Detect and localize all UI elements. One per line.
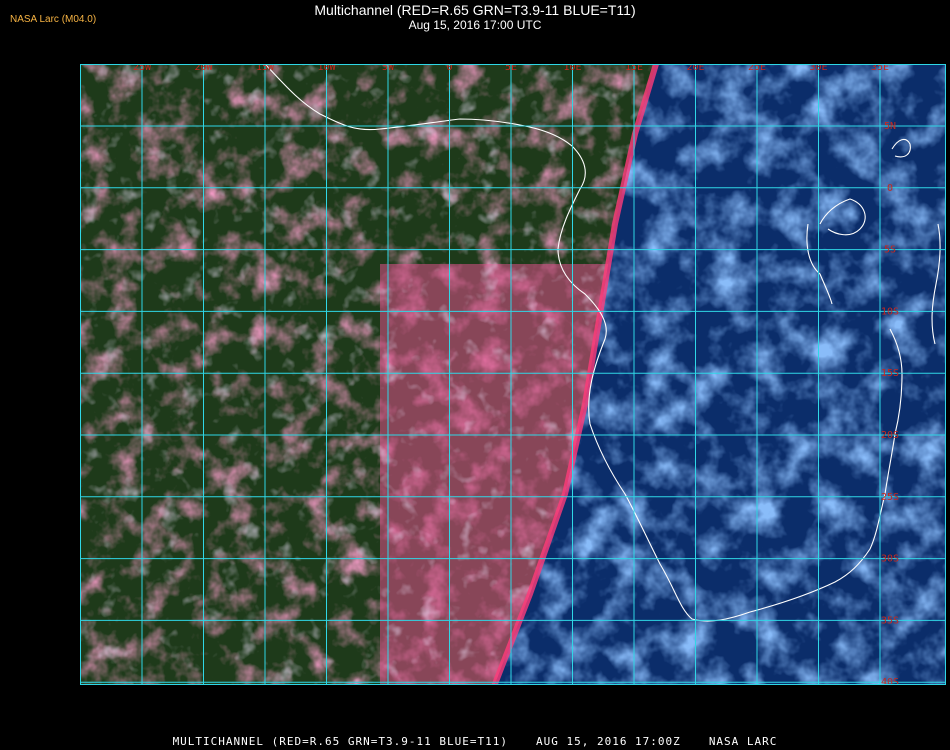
longitude-label: 15W bbox=[256, 64, 275, 73]
latitude-label: 5N bbox=[884, 121, 896, 132]
satellite-map[interactable]: 25W 20W 15W 10W 5W 0 5E 10E 15E 20E 25E 30E 35E 5N 0 5… bbox=[80, 64, 946, 727]
longitude-label: 20W bbox=[194, 64, 213, 73]
footer-datetime: AUG 15, 2016 17:00Z bbox=[535, 735, 681, 748]
latitude-label: 30S bbox=[881, 554, 899, 565]
latitude-label: 25S bbox=[881, 492, 899, 503]
latitude-label: 20S bbox=[881, 430, 899, 441]
image-title: Multichannel (RED=R.65 GRN=T3.9-11 BLUE=… bbox=[314, 2, 636, 18]
longitude-label: 20E bbox=[686, 64, 704, 73]
latitude-label: 0 bbox=[887, 183, 893, 194]
longitude-label: 25E bbox=[748, 64, 766, 73]
longitude-label: 0 bbox=[446, 64, 452, 73]
image-datetime: Aug 15, 2016 17:00 UTC bbox=[408, 18, 542, 32]
footer-product: MULTICHANNEL (RED=R.65 GRN=T3.9-11 BLUE=… bbox=[172, 735, 508, 748]
map-canvas: 25W 20W 15W 10W 5W 0 5E 10E 15E 20E 25E 30E 35E 5N 0 5… bbox=[80, 64, 946, 727]
longitude-label: 35E bbox=[871, 64, 889, 73]
longitude-label: 5W bbox=[382, 64, 395, 73]
longitude-label: 10W bbox=[317, 64, 336, 73]
latitude-label: 15S bbox=[881, 368, 899, 379]
footer-caption: MULTICHANNEL (RED=R.65 GRN=T3.9-11 BLUE=… bbox=[0, 735, 950, 748]
latitude-label: 35S bbox=[881, 615, 899, 626]
longitude-label: 10E bbox=[563, 64, 581, 73]
latitude-label: 5S bbox=[884, 245, 896, 256]
longitude-label: 25W bbox=[133, 64, 152, 73]
brand-label: NASA Larc (M04.0) bbox=[10, 14, 97, 25]
footer-brand: NASA LARC bbox=[708, 735, 778, 748]
latitude-label: 10S bbox=[881, 306, 899, 317]
longitude-label: 5E bbox=[505, 64, 517, 73]
map-bottom-band bbox=[80, 685, 946, 727]
longitude-label: 15E bbox=[625, 64, 643, 73]
longitude-label: 30E bbox=[809, 64, 827, 73]
